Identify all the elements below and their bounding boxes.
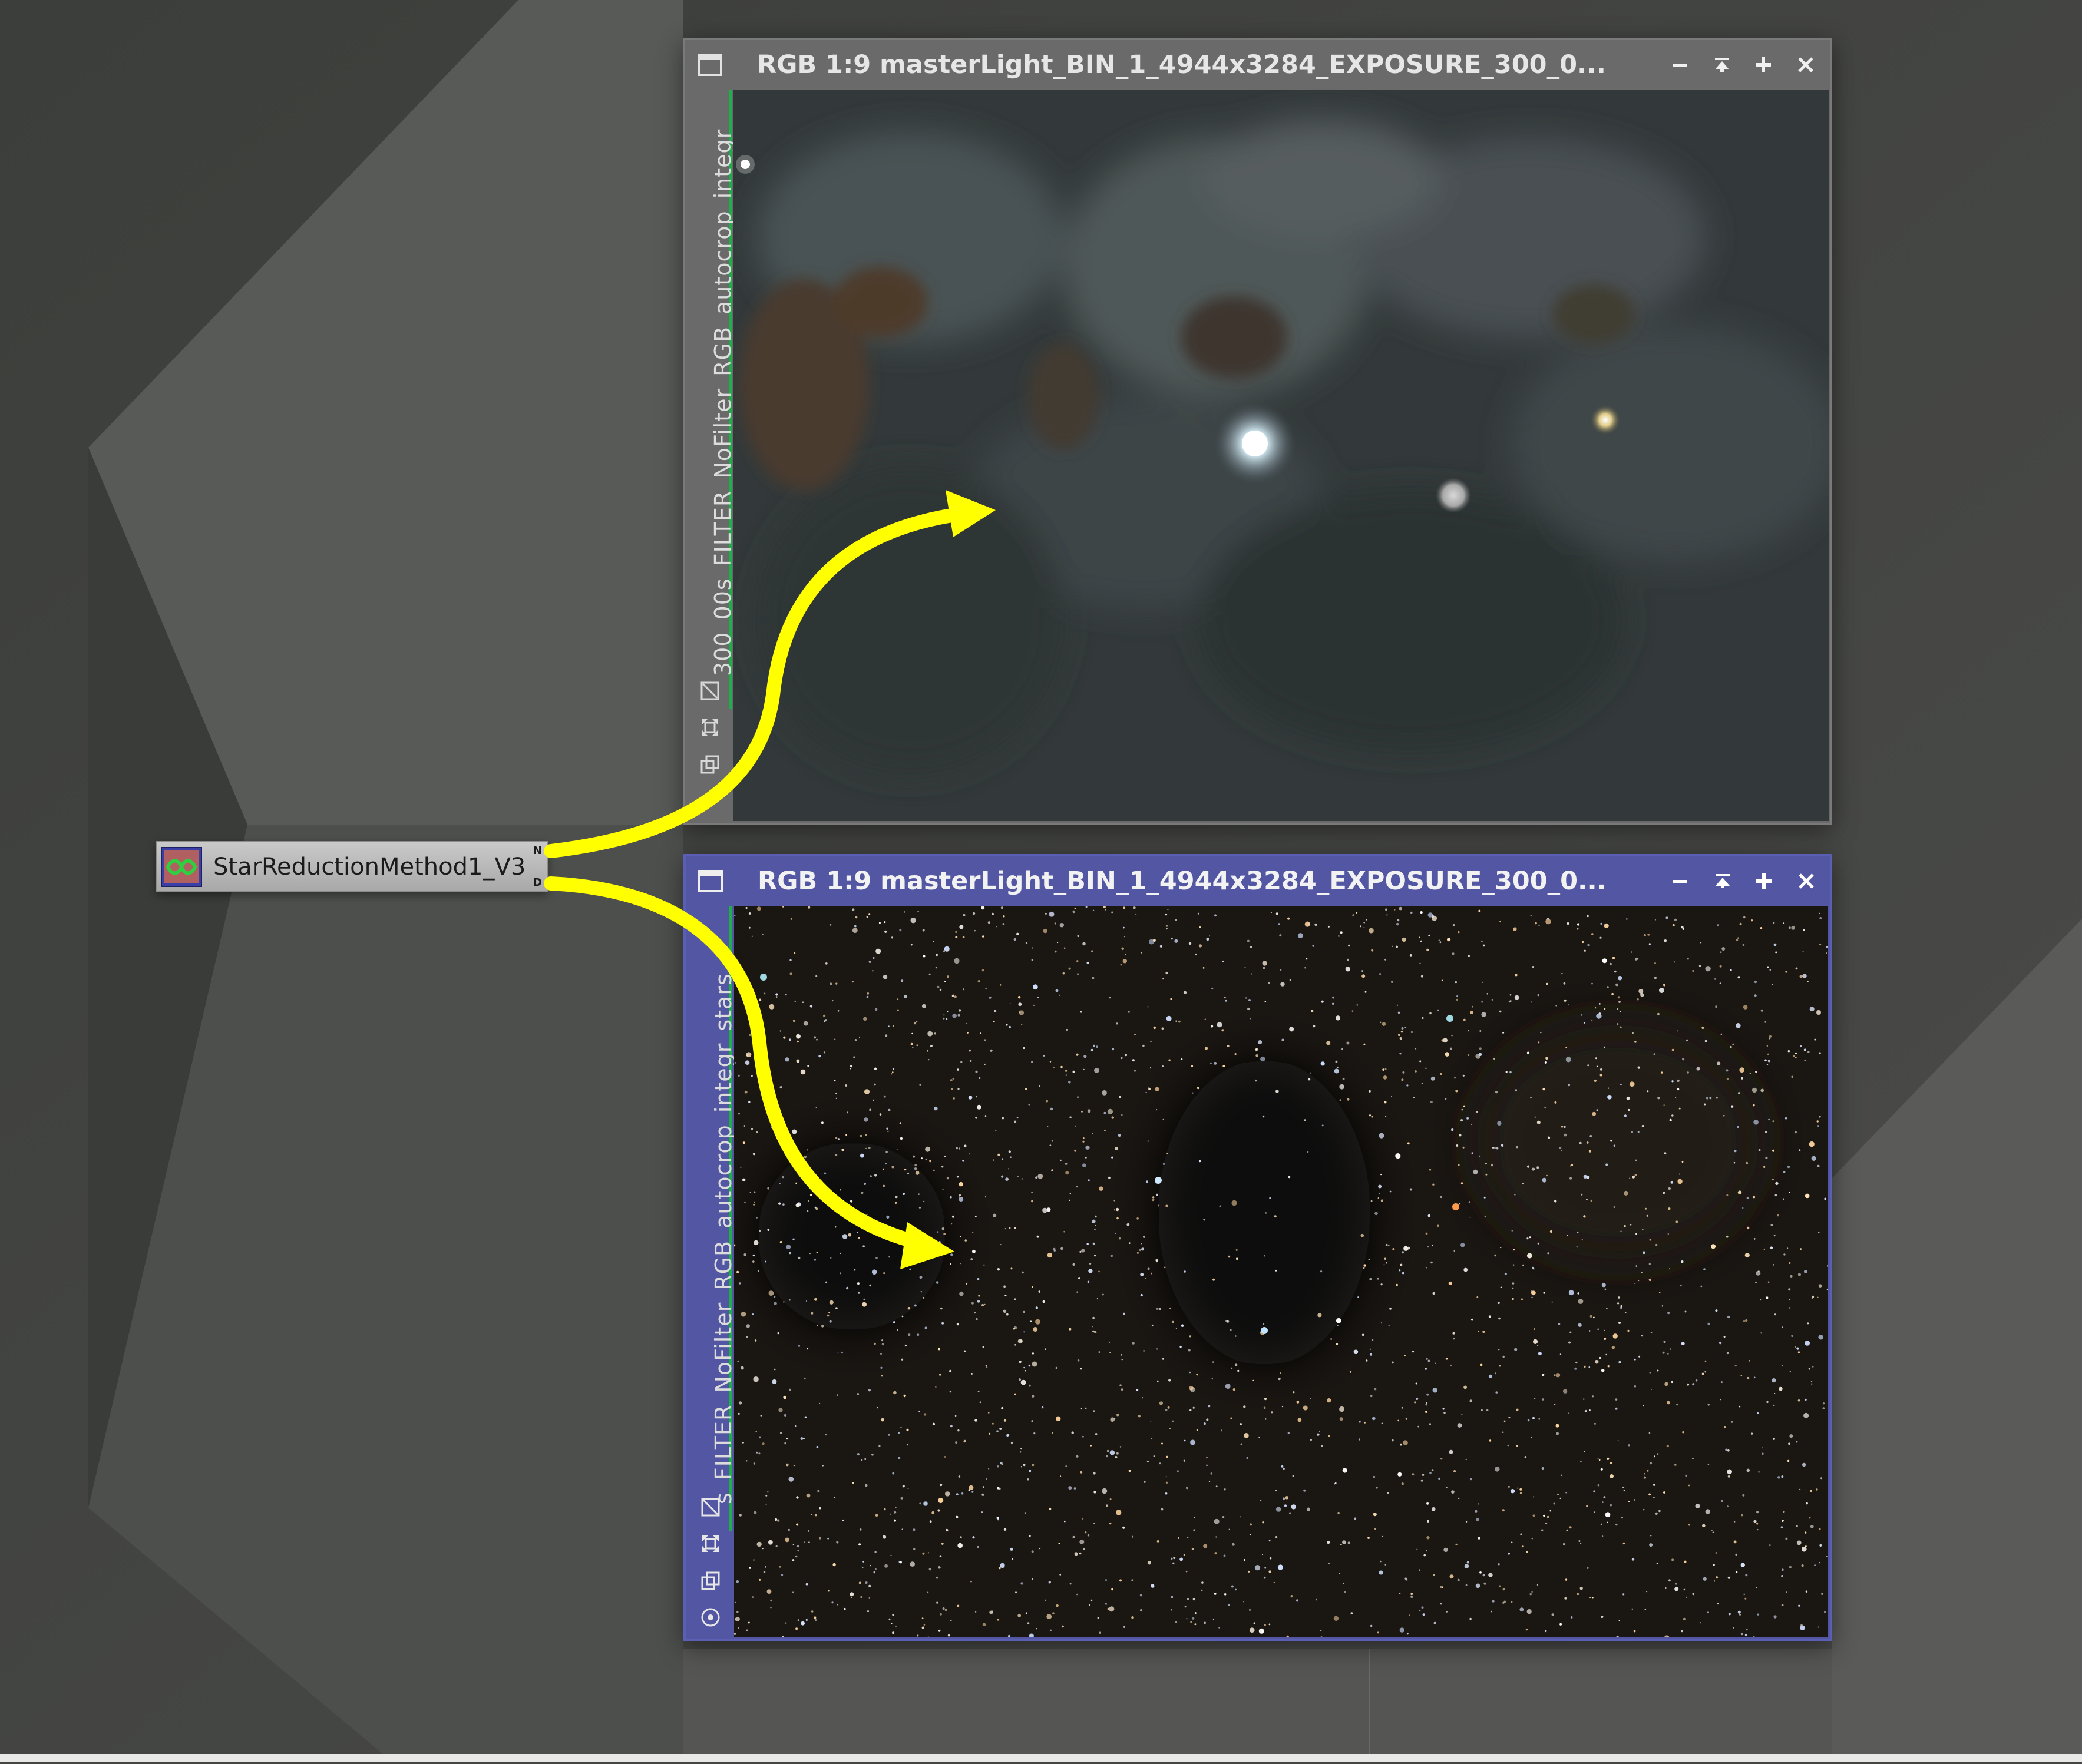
- starless-nebula-image: [733, 90, 1829, 821]
- close-icon[interactable]: [1794, 53, 1817, 77]
- zoom-to-fit-icon[interactable]: [699, 1495, 722, 1519]
- shade-icon[interactable]: [1711, 869, 1734, 893]
- window-icon[interactable]: [697, 52, 723, 78]
- window-title: RGB 1:9 masterLight_BIN_1_4944x3284_EXPO…: [758, 865, 1677, 898]
- image-window-stars[interactable]: RGB 1:9 masterLight_BIN_1_4944x3284_EXPO…: [683, 854, 1832, 1641]
- window-icon[interactable]: [698, 868, 723, 894]
- process-container-icon: [161, 847, 202, 887]
- fit-view-icon[interactable]: [699, 1532, 722, 1556]
- process-icon-star-reduction[interactable]: StarReductionMethod1_V3 N D: [156, 841, 548, 892]
- minimize-icon[interactable]: [1668, 53, 1691, 77]
- stars-only-image: [734, 906, 1828, 1637]
- process-icon-label: StarReductionMethod1_V3: [213, 850, 526, 883]
- window-titlebar[interactable]: RGB 1:9 masterLight_BIN_1_4944x3284_EXPO…: [686, 856, 1830, 906]
- minimize-icon[interactable]: [1668, 869, 1692, 893]
- identifier-icon[interactable]: [699, 1606, 722, 1629]
- fit-view-icon[interactable]: [698, 716, 722, 739]
- shade-icon[interactable]: [1710, 53, 1734, 77]
- window-title: RGB 1:9 masterLight_BIN_1_4944x3284_EXPO…: [757, 48, 1676, 81]
- preview-icon[interactable]: [699, 1569, 722, 1593]
- maximize-icon[interactable]: [1752, 869, 1776, 893]
- close-icon[interactable]: [1795, 869, 1818, 893]
- process-flag-n: N: [533, 845, 542, 857]
- image-identifier: s_FILTER_NoFilter_RGB_autocrop_integr_st…: [710, 973, 736, 1504]
- image-window-starless[interactable]: RGB 1:9 masterLight_BIN_1_4944x3284_EXPO…: [683, 38, 1832, 825]
- zoom-to-fit-icon[interactable]: [698, 679, 722, 703]
- image-view-stars[interactable]: [734, 906, 1828, 1637]
- status-strip: [0, 1754, 2082, 1762]
- preview-icon[interactable]: [698, 753, 722, 776]
- process-flag-d: D: [533, 876, 542, 889]
- maximize-icon[interactable]: [1751, 53, 1775, 77]
- image-identifier: 300_00s_FILTER_NoFilter_RGB_autocrop_int…: [710, 129, 736, 676]
- window-titlebar[interactable]: RGB 1:9 masterLight_BIN_1_4944x3284_EXPO…: [685, 40, 1830, 90]
- image-view-starless[interactable]: [733, 90, 1829, 821]
